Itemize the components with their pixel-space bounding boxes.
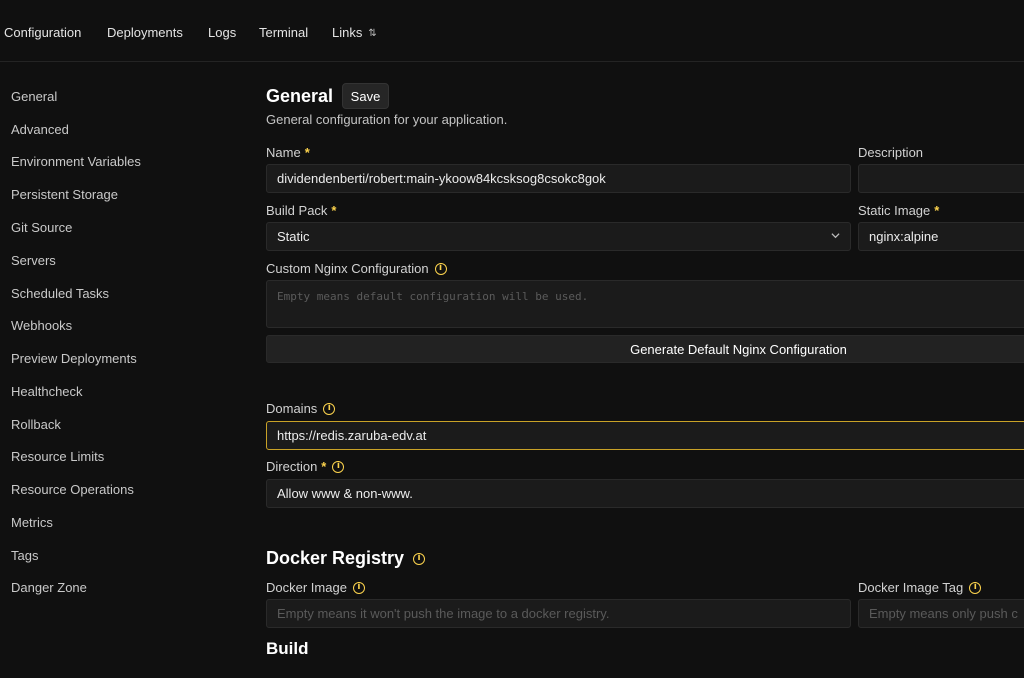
docker-image-tag-label-text: Docker Image Tag bbox=[858, 580, 964, 595]
tab-logs[interactable]: Logs bbox=[208, 25, 236, 40]
info-icon[interactable]: i bbox=[969, 581, 982, 594]
sidebar-item-danger-zone[interactable]: Danger Zone bbox=[11, 580, 87, 595]
sidebar-item-metrics[interactable]: Metrics bbox=[11, 515, 53, 530]
sidebar-item-preview-deployments[interactable]: Preview Deployments bbox=[11, 351, 137, 366]
sidebar-item-git-source[interactable]: Git Source bbox=[11, 220, 72, 235]
domains-label-text: Domains bbox=[266, 401, 318, 416]
sidebar-item-resource-limits[interactable]: Resource Limits bbox=[11, 449, 104, 464]
docker-image-tag-label: Docker Image Tag i bbox=[858, 580, 982, 595]
domains-input[interactable]: https://redis.zaruba-edv.at bbox=[266, 421, 1024, 450]
info-icon[interactable]: i bbox=[352, 581, 365, 594]
sidebar-item-tags[interactable]: Tags bbox=[11, 548, 38, 563]
tab-deployments[interactable]: Deployments bbox=[107, 25, 183, 40]
info-icon[interactable]: i bbox=[323, 402, 336, 415]
nginx-config-textarea[interactable]: Empty means default configuration will b… bbox=[266, 280, 1024, 328]
sidebar-item-persistent-storage[interactable]: Persistent Storage bbox=[11, 187, 118, 202]
build-pack-value: Static bbox=[277, 229, 310, 244]
build-pack-label: Build Pack * bbox=[266, 203, 336, 218]
build-heading: Build bbox=[266, 639, 309, 658]
build-pack-select[interactable]: Static bbox=[266, 222, 851, 251]
required-marker: * bbox=[934, 203, 940, 218]
docker-image-label-text: Docker Image bbox=[266, 580, 347, 595]
sidebar-item-rollback[interactable]: Rollback bbox=[11, 417, 61, 432]
save-button[interactable]: Save bbox=[342, 83, 389, 109]
tab-configuration[interactable]: Configuration bbox=[4, 25, 81, 40]
sidebar-item-scheduled-tasks[interactable]: Scheduled Tasks bbox=[11, 286, 109, 301]
generate-nginx-config-button[interactable]: Generate Default Nginx Configuration bbox=[266, 335, 1024, 363]
info-icon[interactable]: i bbox=[332, 460, 345, 473]
required-marker: * bbox=[304, 145, 310, 160]
chevron-down-icon bbox=[831, 233, 840, 239]
name-label-text: Name bbox=[266, 145, 301, 160]
tab-links-label: Links bbox=[332, 25, 363, 40]
sidebar-item-advanced[interactable]: Advanced bbox=[11, 122, 69, 137]
static-image-select[interactable]: nginx:alpine bbox=[858, 222, 1024, 251]
sidebar-item-healthcheck[interactable]: Healthcheck bbox=[11, 384, 83, 399]
static-image-label-text: Static Image bbox=[858, 203, 931, 218]
description-label: Description bbox=[858, 145, 924, 160]
sidebar-item-webhooks[interactable]: Webhooks bbox=[11, 318, 72, 333]
docker-image-input[interactable]: Empty means it won't push the image to a… bbox=[266, 599, 851, 628]
docker-registry-heading: Docker Registry i bbox=[266, 548, 426, 569]
page-title: General bbox=[266, 86, 334, 106]
description-input[interactable] bbox=[858, 164, 1024, 193]
top-navigation: Configuration Deployments Logs Terminal … bbox=[0, 0, 1024, 62]
sidebar-item-environment-variables[interactable]: Environment Variables bbox=[11, 154, 141, 169]
name-input[interactable]: dividendenberti/robert:main-ykoow84kcsks… bbox=[266, 164, 851, 193]
docker-image-tag-input[interactable]: Empty means only push c bbox=[858, 599, 1024, 628]
chevron-up-down-icon: ⇅ bbox=[368, 28, 377, 39]
info-icon[interactable]: i bbox=[434, 262, 447, 275]
static-image-label: Static Image * bbox=[858, 203, 939, 218]
required-marker: * bbox=[331, 203, 337, 218]
nginx-config-label-text: Custom Nginx Configuration bbox=[266, 261, 429, 276]
domains-label: Domains i bbox=[266, 401, 336, 416]
tab-links[interactable]: Links ⇅ bbox=[332, 25, 377, 40]
build-pack-label-text: Build Pack bbox=[266, 203, 328, 218]
direction-label: Direction * i bbox=[266, 459, 345, 474]
sidebar-item-servers[interactable]: Servers bbox=[11, 253, 56, 268]
required-marker: * bbox=[321, 459, 327, 474]
nginx-config-label: Custom Nginx Configuration i bbox=[266, 261, 447, 276]
info-icon[interactable]: i bbox=[413, 552, 426, 565]
page-subtitle: General configuration for your applicati… bbox=[266, 112, 508, 127]
name-label: Name * bbox=[266, 145, 310, 160]
sidebar-item-general[interactable]: General bbox=[11, 89, 57, 104]
direction-label-text: Direction bbox=[266, 459, 318, 474]
tab-terminal[interactable]: Terminal bbox=[259, 25, 308, 40]
sidebar-item-resource-operations[interactable]: Resource Operations bbox=[11, 482, 134, 497]
direction-select[interactable]: Allow www & non-www. bbox=[266, 479, 1024, 508]
docker-registry-title: Docker Registry bbox=[266, 548, 405, 568]
docker-image-label: Docker Image i bbox=[266, 580, 365, 595]
